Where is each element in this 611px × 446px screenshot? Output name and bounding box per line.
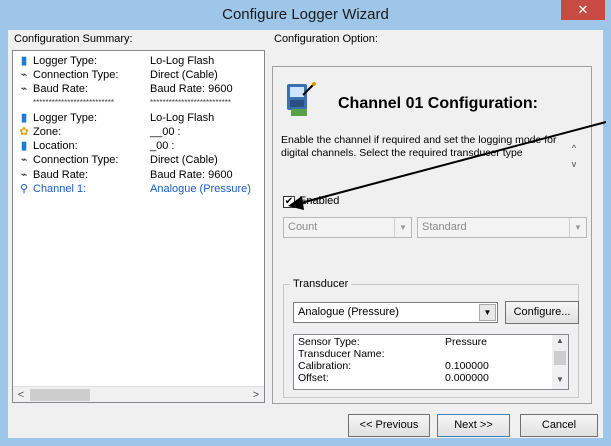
chevron-down-icon[interactable]: ▼	[394, 218, 411, 237]
summary-value: **************************	[150, 97, 231, 107]
summary-value: Lo-Log Flash	[150, 111, 215, 124]
detail-value: 0.100000	[445, 360, 489, 372]
channel-icon: ⚲	[19, 182, 29, 195]
summary-value: Baud Rate: 9600	[150, 83, 233, 96]
summary-key: Zone:	[33, 126, 62, 138]
wizard-window: Configure Logger Wizard ✕ Configuration …	[0, 0, 611, 446]
channel-config-icon	[287, 82, 316, 116]
summary-key: Baud Rate:	[33, 83, 89, 96]
summary-value: Direct (Cable)	[150, 154, 218, 167]
summary-value: Baud Rate: 9600	[150, 168, 233, 181]
usb-icon: ▮	[20, 111, 28, 124]
zone-icon: ✿	[19, 126, 29, 138]
scroll-right-arrow-icon[interactable]: >	[248, 387, 264, 403]
channel-title: Channel 01 Configuration:	[338, 95, 538, 112]
previous-button[interactable]: << Previous	[348, 414, 430, 437]
title-bar: Configure Logger Wizard ✕	[0, 0, 611, 30]
detail-key: Calibration:	[298, 360, 352, 372]
summary-key: Logger Type:	[33, 55, 98, 67]
configuration-options-panel: Channel 01 Configuration: Enable the cha…	[272, 66, 592, 404]
enabled-checkbox[interactable]: ✔	[283, 196, 295, 208]
scroll-up-icon[interactable]: ^	[567, 142, 581, 155]
summary-key: Connection Type:	[33, 154, 119, 167]
summary-value: __00 :	[150, 126, 181, 138]
cable-icon: ⌁	[20, 168, 28, 181]
summary-value: Lo-Log Flash	[150, 55, 215, 67]
cable-icon: ⌁	[20, 83, 28, 96]
scroll-left-arrow-icon[interactable]: <	[13, 387, 29, 403]
next-button[interactable]: Next >>	[437, 414, 510, 437]
summary-label: Configuration Summary:	[14, 33, 133, 45]
scrollbar-thumb[interactable]	[554, 351, 566, 365]
cable-icon: ⌁	[20, 154, 28, 167]
summary-key: Baud Rate:	[33, 168, 89, 181]
enabled-label: Enabled	[299, 195, 340, 207]
scroll-down-icon[interactable]: ▼	[552, 375, 568, 384]
scroll-up-icon[interactable]: ▲	[552, 336, 568, 345]
summary-key: Location:	[33, 140, 78, 153]
summary-value: _00 :	[150, 140, 175, 153]
details-vertical-scrollbar[interactable]: ▲ ▼	[552, 335, 568, 389]
options-label: Configuration Option:	[274, 33, 378, 45]
summary-value: Direct (Cable)	[150, 69, 218, 82]
logging-mode-value: Count	[288, 221, 318, 233]
description-text: Enable the channel if required and set t…	[281, 134, 557, 159]
window-title: Configure Logger Wizard	[222, 6, 389, 23]
summary-key: Logger Type:	[33, 111, 98, 124]
summary-key: **************************	[33, 97, 114, 107]
scroll-down-icon[interactable]: v	[567, 158, 581, 171]
cancel-button[interactable]: Cancel	[520, 414, 598, 437]
summary-key: Channel 1:	[33, 182, 87, 195]
detail-key: Transducer Name:	[298, 348, 385, 360]
transducer-details-list[interactable]: Sensor Type: Pressure Transducer Name: Cali…	[293, 334, 569, 390]
channel-type-value: Standard	[422, 221, 467, 233]
detail-value: 0.000000	[445, 372, 489, 384]
detail-key: Offset:	[298, 372, 329, 384]
scrollbar-thumb[interactable]	[30, 389, 90, 401]
description-scroll[interactable]: ^ v	[567, 134, 581, 180]
chevron-down-icon[interactable]: ▼	[569, 218, 586, 237]
close-button[interactable]: ✕	[561, 0, 605, 20]
cable-icon: ⌁	[20, 69, 28, 82]
transducer-value: Analogue (Pressure)	[298, 306, 399, 318]
summary-horizontal-scrollbar[interactable]: < >	[13, 386, 264, 402]
chevron-down-icon[interactable]: ▼	[479, 304, 496, 321]
configure-button[interactable]: Configure...	[505, 301, 579, 324]
logging-mode-combo[interactable]: Count ▼	[283, 217, 412, 238]
transducer-combo[interactable]: Analogue (Pressure) ▼	[293, 302, 498, 323]
channel-description: Enable the channel if required and set t…	[281, 134, 581, 180]
usb-icon: ▮	[20, 140, 28, 153]
detail-key: Sensor Type:	[298, 336, 360, 348]
summary-value: Analogue (Pressure)	[150, 182, 251, 195]
summary-rows: ▮ Logger Type: Lo-Log Flash ⌁ Connection Typ…	[13, 51, 264, 386]
transducer-group-label: Transducer	[290, 278, 352, 290]
channel-type-combo[interactable]: Standard ▼	[417, 217, 587, 238]
summary-key: Connection Type:	[33, 69, 119, 82]
configuration-summary-list[interactable]: ▮ Logger Type: Lo-Log Flash ⌁ Connection Typ…	[12, 50, 265, 403]
detail-value: Pressure	[445, 336, 488, 348]
usb-icon: ▮	[20, 55, 28, 67]
